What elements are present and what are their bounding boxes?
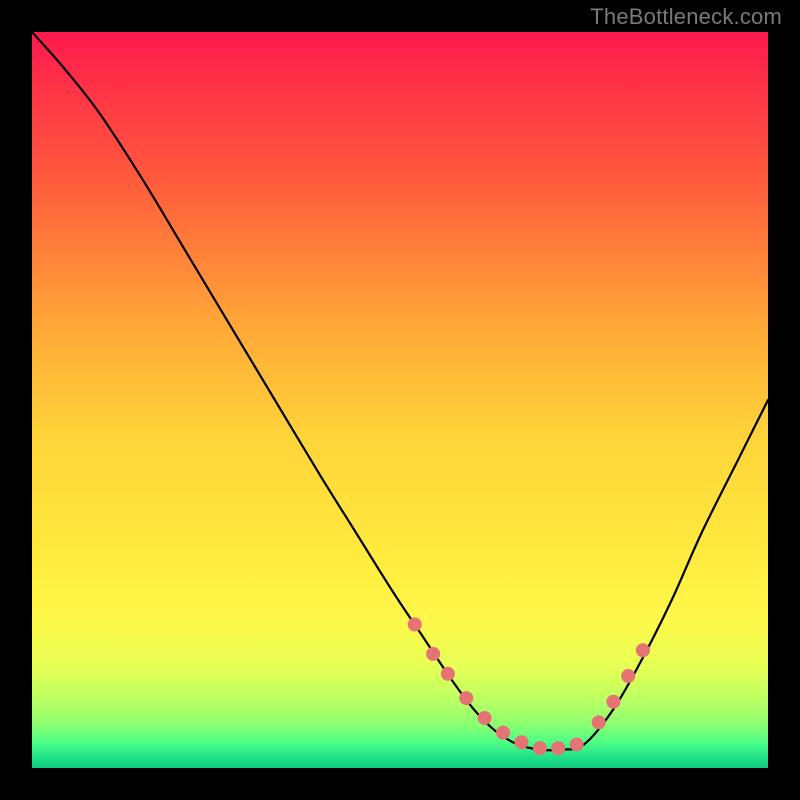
highlight-dot: [478, 711, 492, 725]
highlight-dot: [533, 741, 547, 755]
highlight-dot: [459, 691, 473, 705]
watermark-text: TheBottleneck.com: [590, 4, 782, 30]
highlight-dot: [496, 726, 510, 740]
highlight-dot: [606, 695, 620, 709]
highlight-dot: [514, 735, 528, 749]
highlight-dot: [408, 617, 422, 631]
curve-layer: [32, 32, 768, 768]
plot-area: [32, 32, 768, 768]
highlight-dot: [636, 643, 650, 657]
highlight-dots: [408, 617, 650, 755]
highlight-dot: [621, 669, 635, 683]
highlight-dot: [570, 737, 584, 751]
highlight-dot: [592, 715, 606, 729]
highlight-dot: [441, 667, 455, 681]
highlight-dot: [426, 647, 440, 661]
bottleneck-curve: [32, 32, 768, 750]
highlight-dot: [551, 741, 565, 755]
